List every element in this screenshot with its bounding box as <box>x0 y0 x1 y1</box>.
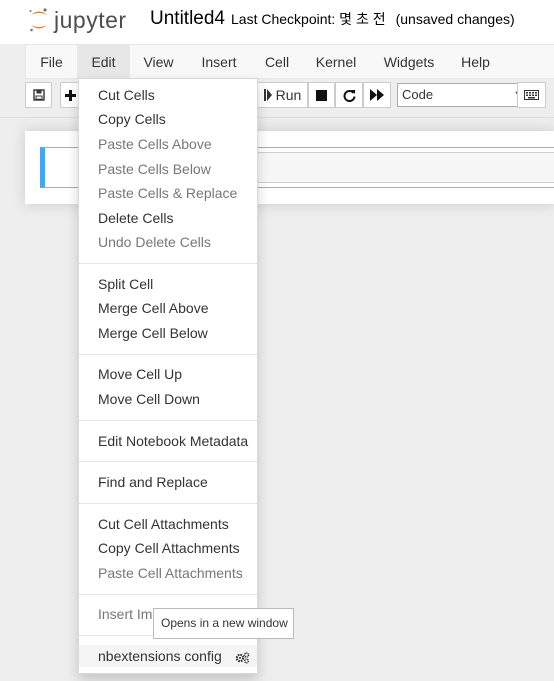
cell-type-value: Code <box>402 87 434 102</box>
menu-item-undo-delete-cells[interactable]: Undo Delete Cells <box>79 231 257 253</box>
restart-run-all-button[interactable] <box>363 82 391 108</box>
menu-item-find-and-replace[interactable]: Find and Replace <box>79 471 257 493</box>
menu-item-copy-cell-attachments[interactable]: Copy Cell Attachments <box>79 537 257 559</box>
menu-item-paste-cell-attachments[interactable]: Paste Cell Attachments <box>79 562 257 584</box>
add-cell-button[interactable] <box>60 82 80 108</box>
title-area: Untitled4 Last Checkpoint: 몇 초 전 (unsave… <box>150 8 515 30</box>
menu-help[interactable]: Help <box>449 45 502 79</box>
menu-item-delete-cells[interactable]: Delete Cells <box>79 207 257 229</box>
menu-item-split-cell[interactable]: Split Cell <box>79 273 257 295</box>
menu-cell[interactable]: Cell <box>251 45 303 79</box>
menu-item-paste-cells-above[interactable]: Paste Cells Above <box>79 133 257 155</box>
menu-item-merge-cell-below[interactable]: Merge Cell Below <box>79 322 257 344</box>
menu-item-copy-cells[interactable]: Copy Cells <box>79 108 257 130</box>
menu-item-merge-cell-above[interactable]: Merge Cell Above <box>79 297 257 319</box>
gears-icon <box>235 651 249 664</box>
restart-kernel-button[interactable] <box>335 82 363 108</box>
menu-view[interactable]: View <box>130 45 187 79</box>
last-checkpoint: Last Checkpoint: 몇 초 전 <box>231 11 386 27</box>
run-label: Run <box>275 87 302 103</box>
save-button[interactable] <box>25 82 52 108</box>
command-palette-button[interactable] <box>517 82 546 108</box>
menu-divider <box>79 503 257 504</box>
fast-forward-icon <box>370 89 384 101</box>
menu-divider <box>79 420 257 421</box>
add-cell-icon <box>65 89 76 101</box>
jupyter-logo[interactable]: jupyter <box>28 6 127 34</box>
jupyter-logo-icon <box>29 8 47 32</box>
edit-menu-dropdown: Cut Cells Copy Cells Paste Cells Above P… <box>78 78 258 674</box>
menu-divider <box>79 594 257 595</box>
run-button[interactable]: Run <box>257 82 308 108</box>
notebook-name[interactable]: Untitled4 <box>150 8 225 30</box>
menu-item-move-cell-down[interactable]: Move Cell Down <box>79 388 257 410</box>
autosave-status: (unsaved changes) <box>395 11 515 27</box>
menu-item-move-cell-up[interactable]: Move Cell Up <box>79 363 257 385</box>
header: jupyter Untitled4 Last Checkpoint: 몇 초 전… <box>0 0 554 44</box>
interrupt-kernel-button[interactable] <box>308 82 335 108</box>
menu-divider <box>79 263 257 264</box>
run-icon <box>263 89 272 101</box>
cell-input-area[interactable] <box>255 152 554 183</box>
menu-item-nbextensions-config[interactable]: nbextensions config <box>79 645 257 667</box>
logo-wordmark: jupyter <box>54 6 127 33</box>
menu-divider <box>79 354 257 355</box>
stop-icon <box>316 89 327 101</box>
menu-item-paste-cells-below[interactable]: Paste Cells Below <box>79 158 257 180</box>
menu-file[interactable]: File <box>26 45 77 79</box>
tooltip: Opens in a new window <box>153 608 294 639</box>
keyboard-icon <box>524 90 539 100</box>
cell-type-select[interactable]: Code <box>397 83 534 107</box>
menu-edit[interactable]: Edit <box>77 45 130 79</box>
menubar: File Edit View Insert Cell Kernel Widget… <box>25 44 554 79</box>
menu-item-edit-notebook-metadata[interactable]: Edit Notebook Metadata <box>79 430 257 452</box>
menu-insert[interactable]: Insert <box>187 45 251 79</box>
menu-item-paste-cells-replace[interactable]: Paste Cells & Replace <box>79 182 257 204</box>
menu-divider <box>79 461 257 462</box>
restart-icon <box>343 89 355 102</box>
menu-item-cut-cells[interactable]: Cut Cells <box>79 84 257 106</box>
menu-widgets[interactable]: Widgets <box>369 45 449 79</box>
menu-kernel[interactable]: Kernel <box>303 45 369 79</box>
nbextensions-config-label: nbextensions config <box>98 648 222 664</box>
save-icon <box>32 89 45 101</box>
menu-item-cut-cell-attachments[interactable]: Cut Cell Attachments <box>79 513 257 535</box>
